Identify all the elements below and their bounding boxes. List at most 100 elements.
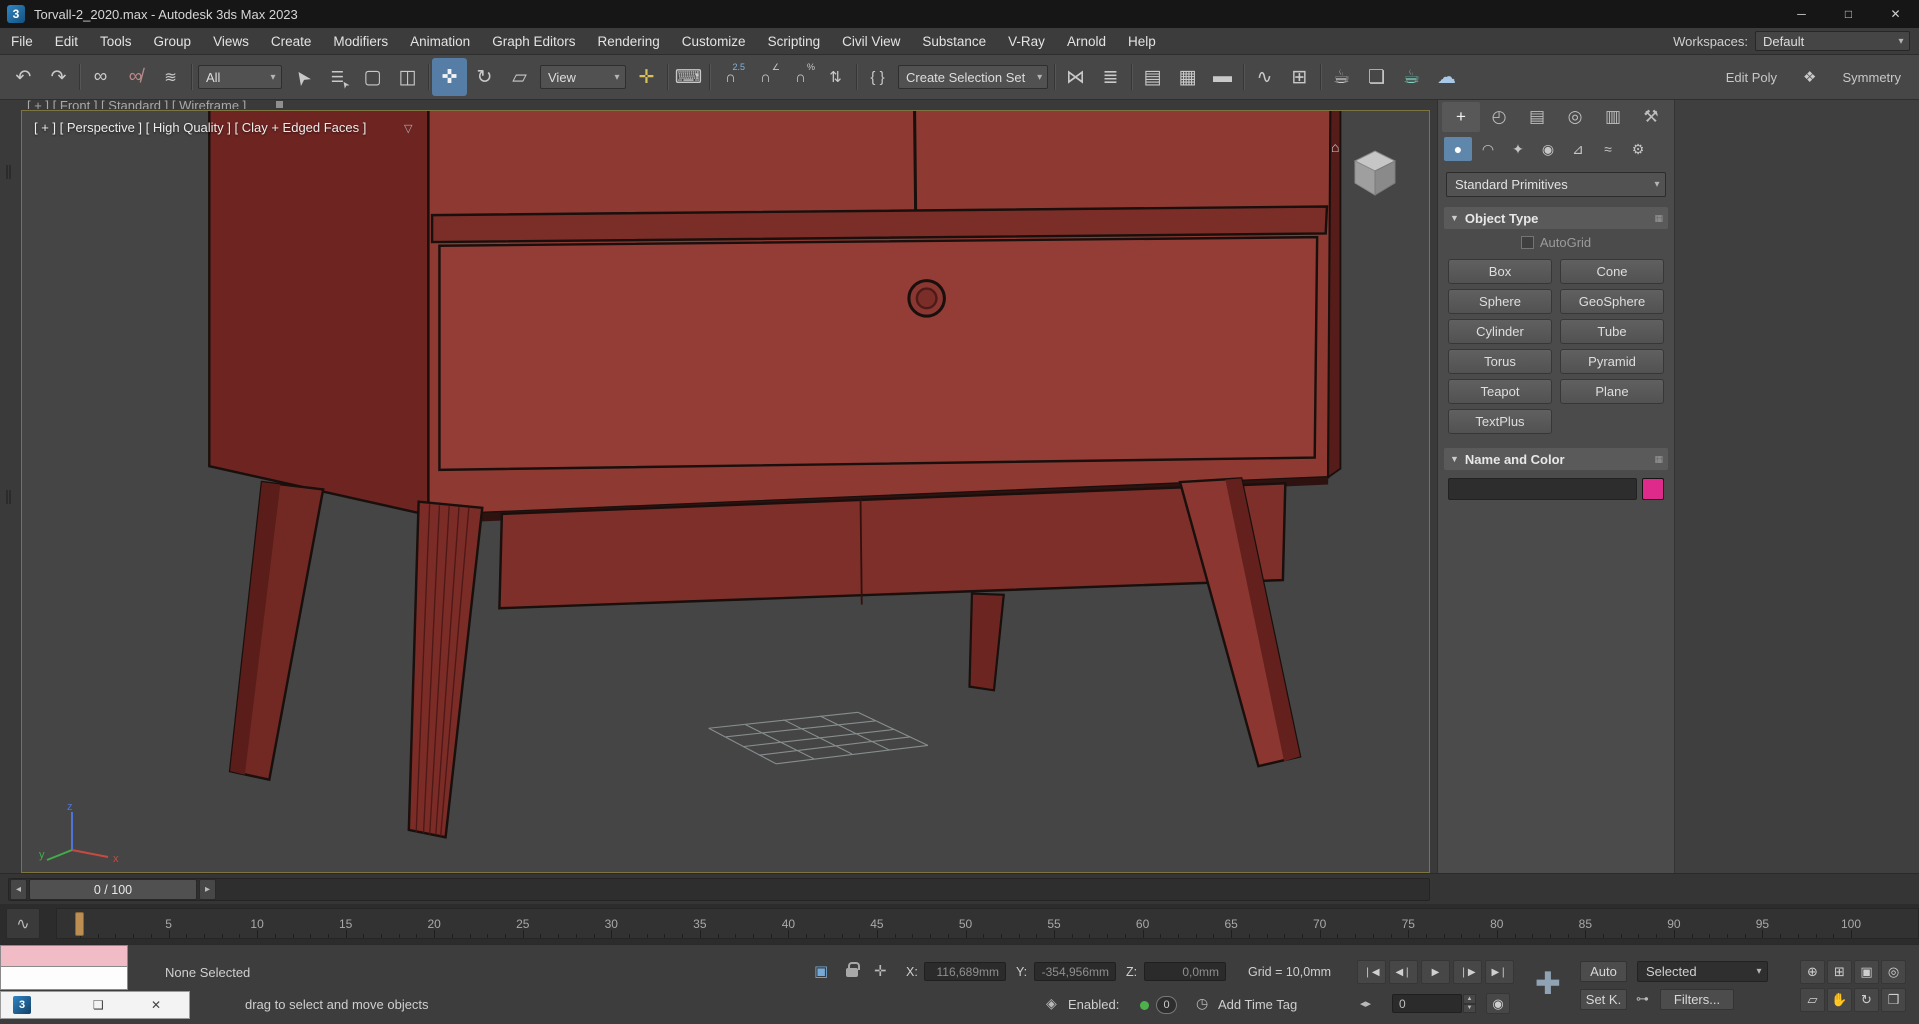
select-manipulate-button[interactable]: ✛: [629, 58, 664, 96]
set-key-button[interactable]: Set K.: [1580, 989, 1627, 1010]
mirror-button[interactable]: ⋈: [1058, 58, 1093, 96]
reference-coordinate-dropdown[interactable]: View ▾: [540, 65, 626, 89]
modeling-icon[interactable]: ❖: [1803, 58, 1816, 96]
category-geometry-icon[interactable]: ●: [1444, 137, 1472, 161]
category-cameras-icon[interactable]: ◉: [1534, 137, 1562, 161]
perspective-viewport[interactable]: [ + ] [ Perspective ] [ High Quality ] […: [21, 110, 1430, 873]
previous-key-button[interactable]: ◀❘: [1389, 960, 1418, 984]
selection-region-button[interactable]: ▢: [355, 58, 390, 96]
tube-button[interactable]: Tube: [1560, 319, 1664, 344]
select-move-button[interactable]: ✜: [432, 58, 467, 96]
mini-curve-editor-button[interactable]: ∿: [6, 908, 40, 939]
render-production-button[interactable]: ☕: [1394, 58, 1429, 96]
maximize-viewport-button[interactable]: ❒: [1881, 988, 1906, 1012]
zoom-button[interactable]: ⊕: [1800, 960, 1825, 984]
menu-substance[interactable]: Substance: [911, 28, 997, 55]
frame-spinner[interactable]: ▲▼: [1463, 994, 1476, 1013]
menu-modifiers[interactable]: Modifiers: [322, 28, 399, 55]
autogrid-checkbox[interactable]: [1521, 236, 1534, 249]
category-spacewarps-icon[interactable]: ≈: [1594, 137, 1622, 161]
set-keys-button[interactable]: ✚: [1527, 953, 1569, 1015]
x-coordinate-field[interactable]: 116,689mm: [924, 962, 1006, 981]
select-link-icon[interactable]: ∞: [83, 58, 118, 96]
time-slider-track[interactable]: [8, 878, 1430, 901]
restore-window-icon[interactable]: ❑: [93, 998, 104, 1012]
dock-grip[interactable]: [6, 165, 11, 179]
snap-toggle-button[interactable]: ∩2.5: [713, 58, 748, 96]
menu-file[interactable]: File: [0, 28, 44, 55]
3dsmax-taskbar-icon[interactable]: 3: [13, 996, 31, 1014]
zoom-region-button[interactable]: ▱: [1800, 988, 1825, 1012]
next-key-button[interactable]: ❘▶: [1453, 960, 1482, 984]
next-frame-button[interactable]: ▸: [199, 879, 216, 900]
viewcube-cube[interactable]: [1343, 141, 1409, 201]
field-of-view-button[interactable]: ◎: [1881, 960, 1906, 984]
play-button[interactable]: ▶: [1421, 960, 1450, 984]
pan-view-button[interactable]: ✋: [1827, 988, 1852, 1012]
dock-grip[interactable]: [6, 490, 11, 504]
time-slider-handle[interactable]: 0 / 100: [29, 879, 197, 900]
menu-civil-view[interactable]: Civil View: [831, 28, 911, 55]
key-filters-button[interactable]: Filters...: [1660, 989, 1734, 1010]
edit-poly-label[interactable]: Edit Poly: [1726, 70, 1777, 85]
maxscript-mini-listener-macro[interactable]: [0, 945, 128, 967]
current-frame-marker[interactable]: [75, 912, 84, 936]
menu-edit[interactable]: Edit: [44, 28, 89, 55]
menu-tools[interactable]: Tools: [89, 28, 143, 55]
minimize-button[interactable]: ─: [1778, 0, 1825, 28]
geosphere-button[interactable]: GeoSphere: [1560, 289, 1664, 314]
symmetry-label[interactable]: Symmetry: [1843, 70, 1902, 85]
rollout-handle-icon[interactable]: ▦: [1654, 213, 1663, 224]
select-scale-button[interactable]: ▱: [502, 58, 537, 96]
viewcube-home-icon[interactable]: ⌂: [1331, 139, 1339, 155]
select-rotate-button[interactable]: ↻: [467, 58, 502, 96]
zoom-extents-button[interactable]: ▣: [1854, 960, 1879, 984]
key-mode-dropdown[interactable]: Selected ▾: [1637, 961, 1768, 982]
window-crossing-button[interactable]: ◫: [390, 58, 425, 96]
sphere-button[interactable]: Sphere: [1448, 289, 1552, 314]
current-frame-field[interactable]: 0: [1392, 994, 1462, 1013]
menu-graph-editors[interactable]: Graph Editors: [481, 28, 586, 55]
object-name-input[interactable]: [1448, 478, 1637, 500]
rendered-frame-button[interactable]: ❏: [1359, 58, 1394, 96]
workspace-dropdown[interactable]: Default ▾: [1755, 31, 1910, 51]
viewport-label[interactable]: [ + ] [ Perspective ] [ High Quality ] […: [34, 120, 366, 135]
layer-explorer-button[interactable]: ▦: [1170, 58, 1205, 96]
primitive-category-dropdown[interactable]: Standard Primitives ▾: [1446, 172, 1666, 197]
tab-create[interactable]: +: [1442, 102, 1480, 132]
angle-snap-button[interactable]: ∩∠: [748, 58, 783, 96]
isolate-selection-icon[interactable]: ▣: [814, 962, 828, 980]
menu-scripting[interactable]: Scripting: [757, 28, 832, 55]
go-to-start-button[interactable]: ❘◀: [1357, 960, 1386, 984]
category-shapes-icon[interactable]: ◠: [1474, 137, 1502, 161]
notification-count[interactable]: 0: [1156, 996, 1177, 1014]
render-cloud-button[interactable]: ☁: [1429, 58, 1464, 96]
key-mode-toggle-button[interactable]: ◉: [1486, 993, 1510, 1014]
cone-button[interactable]: Cone: [1560, 259, 1664, 284]
close-window-icon[interactable]: ✕: [151, 998, 161, 1012]
plane-button[interactable]: Plane: [1560, 379, 1664, 404]
textplus-button[interactable]: TextPlus: [1448, 409, 1552, 434]
maxscript-mini-listener[interactable]: [0, 967, 128, 990]
add-time-tag[interactable]: Add Time Tag: [1218, 997, 1297, 1012]
selection-lock-icon[interactable]: [846, 968, 858, 977]
render-setup-button[interactable]: ☕: [1324, 58, 1359, 96]
timeline-ruler[interactable]: [56, 908, 1919, 939]
previous-frame-button[interactable]: ◂: [10, 879, 27, 900]
named-selection-sets-icon[interactable]: { }: [860, 58, 895, 96]
rollout-handle-icon[interactable]: ▦: [1654, 454, 1663, 465]
unlink-selection-icon[interactable]: ∞̸: [118, 58, 153, 96]
key-filter-icon[interactable]: ⊶: [1636, 991, 1649, 1007]
category-systems-icon[interactable]: ⚙: [1624, 137, 1652, 161]
menu-help[interactable]: Help: [1117, 28, 1167, 55]
tab-utilities[interactable]: ⚒: [1632, 102, 1670, 132]
tab-motion[interactable]: ◎: [1556, 102, 1594, 132]
close-button[interactable]: ✕: [1872, 0, 1919, 28]
menu-views[interactable]: Views: [202, 28, 260, 55]
name-color-rollout[interactable]: ▼ Name and Color ▦: [1444, 448, 1668, 470]
maximize-button[interactable]: □: [1825, 0, 1872, 28]
menu-group[interactable]: Group: [143, 28, 203, 55]
transform-gizmo-icon[interactable]: ✛: [874, 962, 887, 980]
category-helpers-icon[interactable]: ⊿: [1564, 137, 1592, 161]
menu-rendering[interactable]: Rendering: [587, 28, 671, 55]
